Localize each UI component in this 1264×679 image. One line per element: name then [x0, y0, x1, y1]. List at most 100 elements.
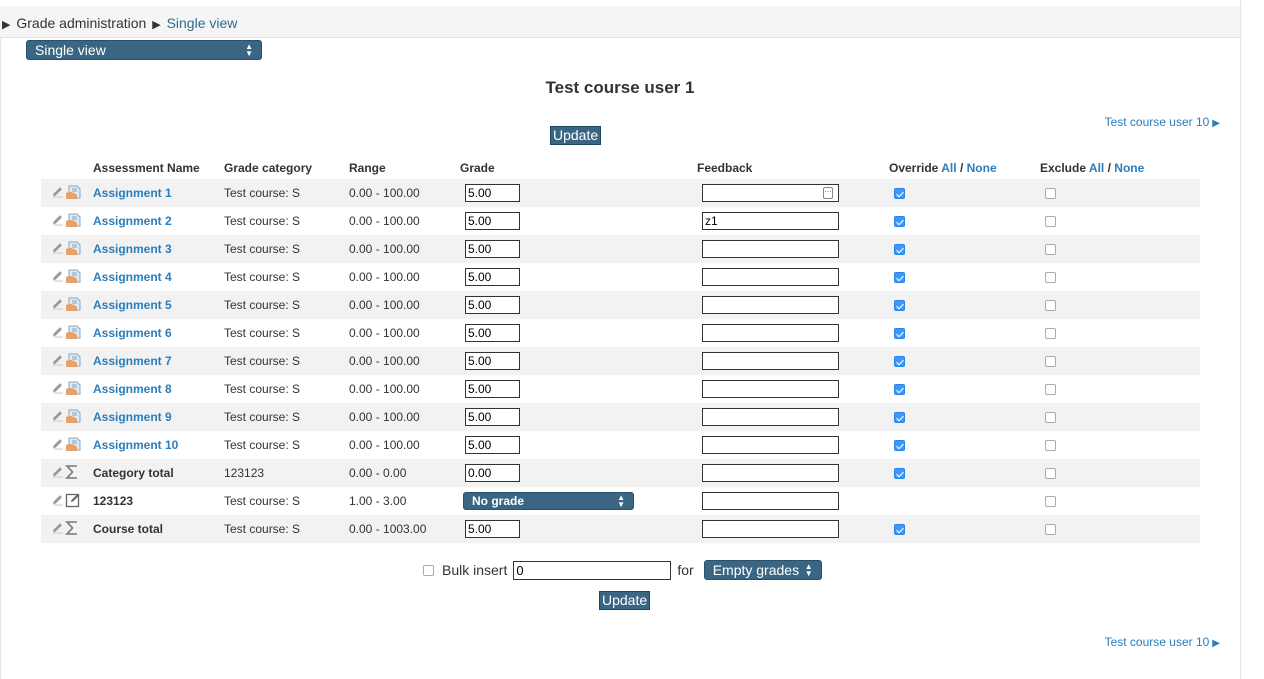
- breadcrumb-current[interactable]: Single view: [167, 15, 238, 31]
- grade-input[interactable]: [465, 380, 520, 398]
- feedback-input[interactable]: [702, 520, 839, 538]
- pencil-icon[interactable]: [51, 465, 65, 479]
- pencil-icon[interactable]: [51, 493, 65, 507]
- assessment-name-link[interactable]: Assignment 7: [93, 354, 172, 368]
- assessment-name-link[interactable]: Assignment 9: [93, 410, 172, 424]
- feedback-input[interactable]: [702, 464, 839, 482]
- exclude-none-link[interactable]: None: [1114, 161, 1144, 175]
- assessment-name-link[interactable]: Assignment 8: [93, 382, 172, 396]
- feedback-input[interactable]: [702, 352, 839, 370]
- override-none-link[interactable]: None: [967, 161, 997, 175]
- exclude-checkbox[interactable]: [1045, 356, 1056, 368]
- pencil-icon[interactable]: [51, 381, 65, 395]
- grade-range: 0.00 - 100.00: [349, 270, 420, 284]
- feedback-input[interactable]: [702, 380, 839, 398]
- grade-input[interactable]: [465, 324, 520, 342]
- grade-category: Test course: S: [224, 186, 301, 200]
- exclude-checkbox[interactable]: [1045, 524, 1056, 536]
- assessment-name: 123123: [93, 494, 134, 508]
- exclude-checkbox[interactable]: [1045, 440, 1056, 452]
- grade-input[interactable]: [465, 352, 520, 370]
- assessment-name-link[interactable]: Assignment 2: [93, 214, 172, 228]
- grade-input[interactable]: [465, 268, 520, 286]
- feedback-input[interactable]: [702, 240, 839, 258]
- breadcrumb-parent[interactable]: Grade administration: [16, 15, 146, 31]
- update-button-bottom[interactable]: Update: [599, 591, 651, 610]
- bulk-insert-checkbox[interactable]: [423, 564, 434, 576]
- bulk-insert-value-input[interactable]: [513, 560, 672, 580]
- exclude-checkbox[interactable]: [1045, 216, 1056, 228]
- grade-range: 0.00 - 0.00: [349, 466, 407, 480]
- pencil-icon[interactable]: [51, 213, 65, 227]
- pencil-icon[interactable]: [51, 269, 65, 283]
- feedback-input[interactable]: [702, 492, 839, 510]
- assessment-name-link[interactable]: Assignment 3: [93, 242, 172, 256]
- assessment-name-link[interactable]: Assignment 1: [93, 186, 172, 200]
- override-checkbox[interactable]: [894, 440, 905, 452]
- override-checkbox[interactable]: [894, 328, 905, 340]
- page-title: Test course user 1: [545, 78, 695, 97]
- assessment-name-link[interactable]: Assignment 5: [93, 298, 172, 312]
- next-user-link-top[interactable]: Test course user 10 ▶: [1105, 115, 1220, 129]
- pencil-icon[interactable]: [51, 521, 65, 535]
- pencil-icon[interactable]: [51, 325, 65, 339]
- grade-input[interactable]: [465, 436, 520, 454]
- pencil-icon[interactable]: [51, 185, 65, 199]
- exclude-checkbox[interactable]: [1045, 468, 1056, 480]
- exclude-checkbox[interactable]: [1045, 412, 1056, 424]
- override-checkbox[interactable]: [894, 468, 905, 480]
- override-checkbox[interactable]: [894, 272, 905, 284]
- feedback-input[interactable]: [702, 212, 839, 230]
- pencil-icon[interactable]: [51, 437, 65, 451]
- exclude-all-link[interactable]: All: [1089, 161, 1104, 175]
- right-triangle-icon: ▶: [1212, 638, 1220, 649]
- exclude-checkbox[interactable]: [1045, 272, 1056, 284]
- exclude-checkbox[interactable]: [1045, 328, 1056, 340]
- pencil-icon[interactable]: [51, 353, 65, 367]
- grade-select[interactable]: No grade ▲ ▼: [463, 492, 634, 510]
- grade-category: Test course: S: [224, 382, 301, 396]
- grade-input[interactable]: [465, 520, 520, 538]
- override-all-link[interactable]: All: [941, 161, 956, 175]
- exclude-checkbox[interactable]: [1045, 384, 1056, 396]
- assessment-name-link[interactable]: Assignment 6: [93, 326, 172, 340]
- grade-input[interactable]: [465, 212, 520, 230]
- next-user-label: Test course user 10: [1104, 635, 1210, 649]
- feedback-input[interactable]: [702, 436, 839, 454]
- feedback-input[interactable]: [702, 324, 839, 342]
- exclude-checkbox[interactable]: [1045, 496, 1056, 508]
- override-checkbox[interactable]: [894, 188, 905, 200]
- grade-input[interactable]: [465, 408, 520, 426]
- header-grade: Grade: [460, 160, 495, 175]
- bulk-insert-select[interactable]: Empty grades ▲ ▼: [703, 560, 822, 580]
- feedback-input[interactable]: [702, 184, 839, 202]
- override-checkbox[interactable]: [894, 356, 905, 368]
- pencil-icon[interactable]: [51, 241, 65, 255]
- feedback-input[interactable]: [702, 268, 839, 286]
- autofill-key-icon[interactable]: ⋯: [823, 187, 833, 199]
- grade-category: Test course: S: [224, 214, 301, 228]
- next-user-link-bottom[interactable]: Test course user 10 ▶: [1105, 635, 1220, 649]
- grade-input[interactable]: [465, 184, 520, 202]
- exclude-checkbox[interactable]: [1045, 244, 1056, 256]
- override-checkbox[interactable]: [894, 384, 905, 396]
- assessment-name-link[interactable]: Assignment 10: [93, 438, 178, 452]
- override-checkbox[interactable]: [894, 244, 905, 256]
- override-checkbox[interactable]: [894, 412, 905, 424]
- view-select[interactable]: Single view ▲ ▼: [26, 40, 262, 60]
- feedback-input[interactable]: [702, 408, 839, 426]
- grade-input[interactable]: [465, 464, 520, 482]
- override-checkbox[interactable]: [894, 216, 905, 228]
- assessment-name-link[interactable]: Assignment 4: [93, 270, 172, 284]
- grade-input[interactable]: [465, 296, 520, 314]
- override-checkbox[interactable]: [894, 524, 905, 536]
- update-button-top[interactable]: Update: [550, 126, 602, 145]
- pencil-icon[interactable]: [51, 297, 65, 311]
- pencil-icon[interactable]: [51, 409, 65, 423]
- header-feedback: Feedback: [697, 160, 753, 175]
- feedback-input[interactable]: [702, 296, 839, 314]
- exclude-checkbox[interactable]: [1045, 188, 1056, 200]
- override-checkbox[interactable]: [894, 300, 905, 312]
- exclude-checkbox[interactable]: [1045, 300, 1056, 312]
- grade-input[interactable]: [465, 240, 520, 258]
